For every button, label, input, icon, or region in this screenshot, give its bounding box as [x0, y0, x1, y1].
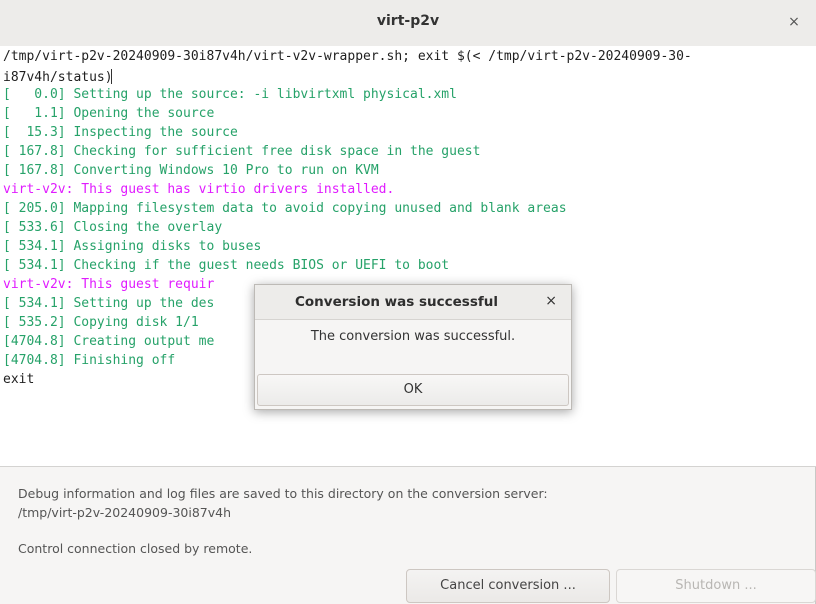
ibeam-cursor-icon — [110, 69, 117, 84]
log-line: [ 534.1] Assigning disks to buses — [3, 239, 262, 254]
cancel-conversion-button[interactable]: Cancel conversion ... — [406, 569, 610, 603]
connection-status: Control connection closed by remote. — [18, 541, 253, 556]
log-line: [ 533.6] Closing the overlay — [3, 220, 223, 235]
log-line: i87v4h/status) — [3, 66, 816, 85]
log-line: virt-v2v: This guest has virtio drivers … — [3, 182, 395, 197]
log-line: [ 1.1] Opening the source — [3, 106, 215, 121]
debug-info-line: Debug information and log files are save… — [18, 486, 548, 501]
dialog-title: Conversion was successful — [295, 294, 498, 310]
ok-button[interactable]: OK — [257, 374, 569, 406]
window-title: virt-p2v — [376, 13, 440, 29]
log-line: [ 167.8] Converting Windows 10 Pro to ru… — [3, 163, 379, 178]
dialog-message: The conversion was successful. — [310, 329, 516, 344]
log-line: [ 0.0] Setting up the source: -i libvirt… — [3, 87, 457, 102]
log-line: [ 167.8] Checking for sufficient free di… — [3, 144, 481, 159]
log-line: [ 15.3] Inspecting the source — [3, 125, 238, 140]
debug-log-path: /tmp/virt-p2v-20240909-30i87v4h — [18, 505, 232, 520]
dialog-title-bar: Conversion was successful × — [255, 285, 571, 320]
title-bar: virt-p2v × — [0, 0, 816, 47]
log-line: [ 205.0] Mapping filesystem data to avoi… — [3, 201, 567, 216]
log-line: /tmp/virt-p2v-20240909-30i87v4h/virt-v2v… — [3, 49, 692, 64]
success-dialog: Conversion was successful × The conversi… — [254, 284, 572, 410]
debug-info: Debug information and log files are save… — [18, 484, 548, 522]
log-line: [ 534.1] Checking if the guest needs BIO… — [3, 258, 450, 273]
dialog-close-icon[interactable]: × — [545, 293, 557, 309]
window-close-icon[interactable]: × — [784, 12, 804, 32]
shutdown-button[interactable]: Shutdown ... — [616, 569, 816, 603]
